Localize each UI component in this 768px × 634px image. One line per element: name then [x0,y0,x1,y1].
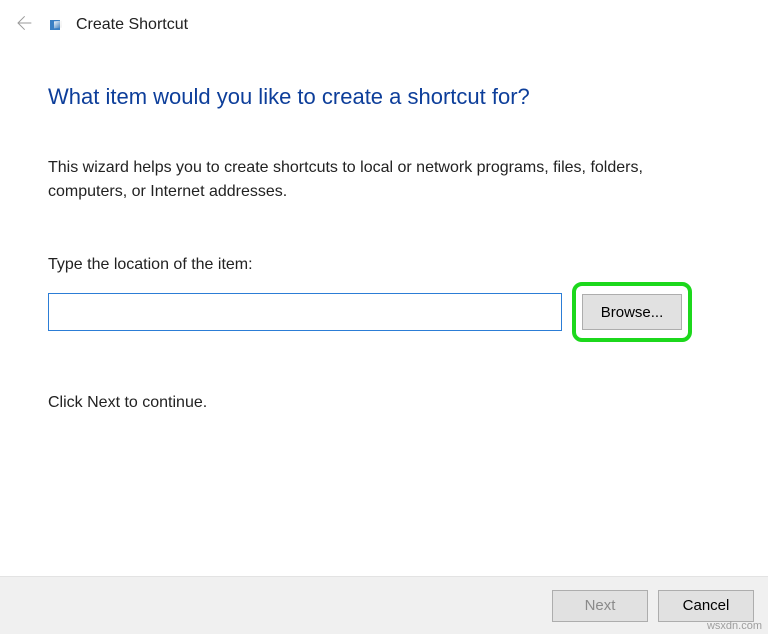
window-title: Create Shortcut [76,16,188,34]
continue-hint: Click Next to continue. [48,394,720,412]
location-label: Type the location of the item: [48,256,720,274]
back-button[interactable] [12,14,34,36]
arrow-left-icon [13,13,33,37]
page-description: This wizard helps you to create shortcut… [48,156,708,204]
next-button[interactable]: Next [552,590,648,622]
location-input-row: Browse... [48,282,720,342]
page-heading: What item would you like to create a sho… [48,84,720,110]
browse-highlight: Browse... [572,282,692,342]
browse-button[interactable]: Browse... [582,294,682,330]
wizard-content: What item would you like to create a sho… [0,84,768,412]
create-shortcut-wizard-window: Create Shortcut What item would you like… [0,0,768,634]
location-input[interactable] [48,293,562,331]
cancel-button[interactable]: Cancel [658,590,754,622]
wizard-footer: Next Cancel [0,576,768,634]
titlebar: Create Shortcut [0,0,768,36]
shortcut-wizard-icon [50,20,60,30]
